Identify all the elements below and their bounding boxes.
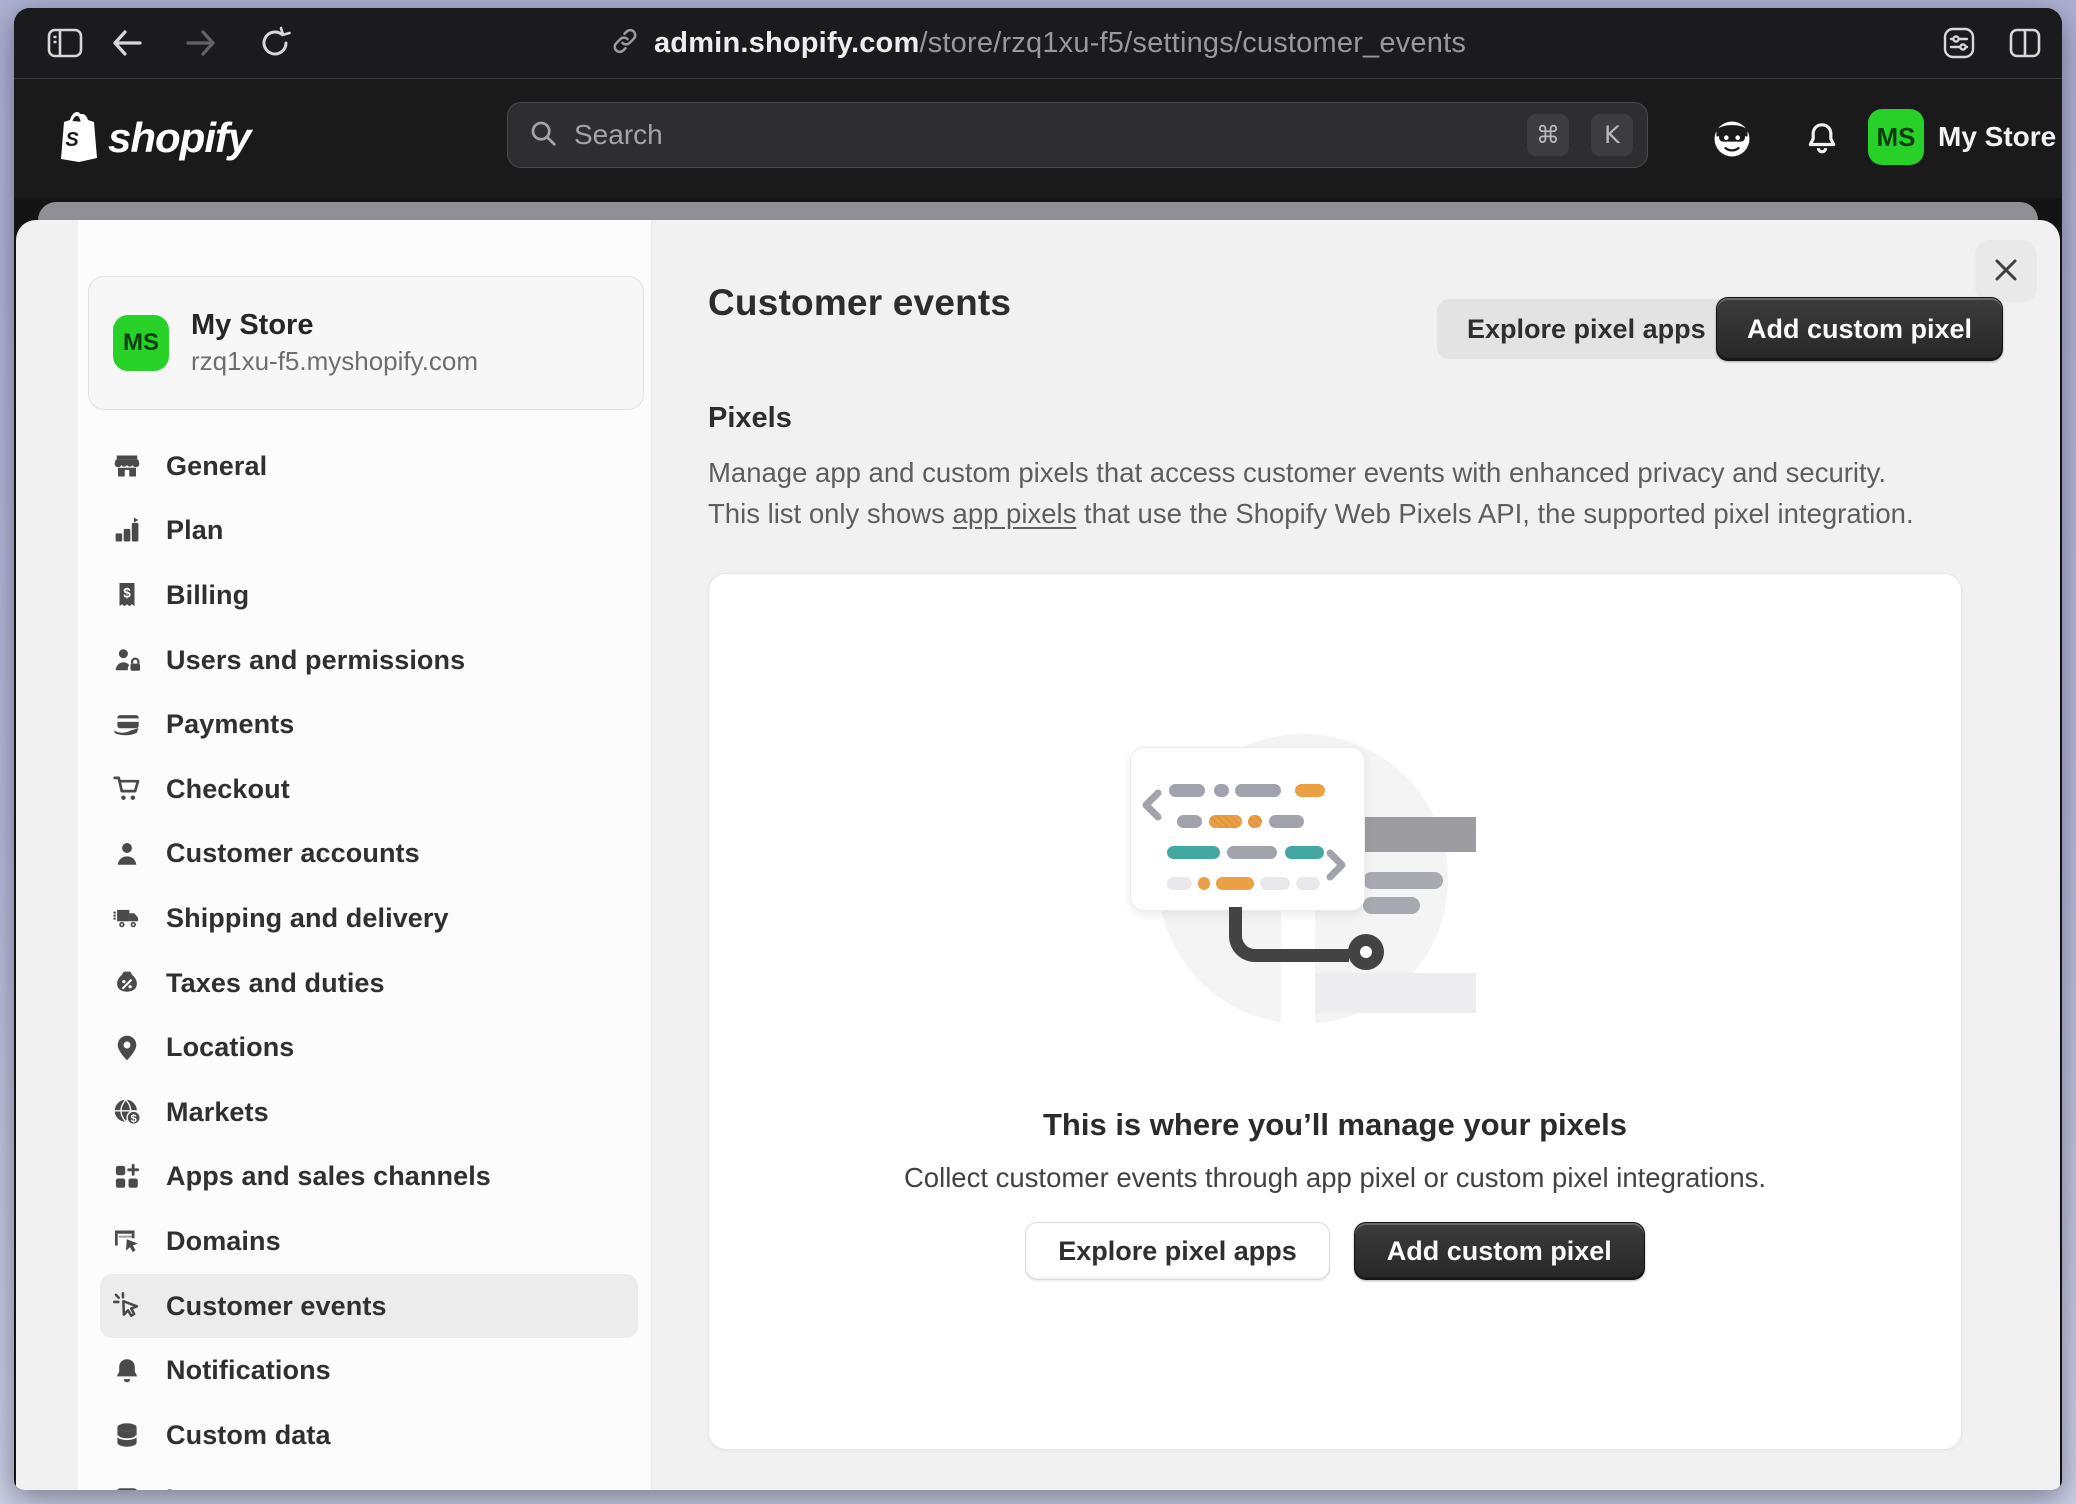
search-input[interactable] — [572, 118, 1505, 152]
description-line-2-before: This list only shows — [708, 498, 953, 529]
link-icon — [610, 26, 640, 61]
illustration-text-line — [1363, 872, 1443, 889]
illustration-text-line — [1363, 897, 1420, 914]
url-text: admin.shopify.com/store/rzq1xu-f5/settin… — [654, 27, 1466, 60]
sidebar-item-taxes-and-duties[interactable]: Taxes and duties — [100, 951, 638, 1016]
sidebar-item-apps-and-sales-channels[interactable]: Apps and sales channels — [100, 1145, 638, 1210]
page-backdrop: MS My Store rzq1xu-f5.myshopify.com Gene… — [14, 198, 2062, 1490]
bell-icon — [112, 1356, 142, 1386]
empty-state-actions: Explore pixel apps Add custom pixel — [709, 1222, 1961, 1280]
split-view-icon[interactable] — [2002, 20, 2048, 66]
cmd-keycap: ⌘ — [1527, 114, 1569, 156]
store-card[interactable]: MS My Store rzq1xu-f5.myshopify.com — [88, 276, 644, 410]
sidebar-item-checkout[interactable]: Checkout — [100, 757, 638, 822]
billing-icon: $ — [112, 580, 142, 610]
sidebar-item-custom-data[interactable]: Custom data — [100, 1403, 638, 1468]
url-path: /store/rzq1xu-f5/settings/customer_event… — [919, 27, 1466, 59]
notifications-bell-icon[interactable] — [1796, 113, 1848, 165]
pixels-section-description: Manage app and custom pixels that access… — [708, 452, 1914, 534]
window-cursor-icon — [112, 1226, 142, 1256]
screen: admin.shopify.com/store/rzq1xu-f5/settin… — [0, 0, 2076, 1504]
illustration-content-block — [1313, 973, 1476, 1013]
apps-grid-icon — [112, 1162, 142, 1192]
translate-icon: A — [112, 1485, 142, 1490]
sidebar-item-users-and-permissions[interactable]: Users and permissions — [100, 628, 638, 693]
pixels-empty-card: This is where you’ll manage your pixels … — [708, 573, 1962, 1450]
sidebar-item-customer-events[interactable]: Customer events — [100, 1274, 638, 1339]
sidebar-item-general[interactable]: General — [100, 434, 638, 499]
chevron-right-icon — [1323, 848, 1349, 882]
money-bag-icon — [112, 968, 142, 998]
app-pixels-link[interactable]: app pixels — [953, 498, 1077, 529]
pixels-section-heading: Pixels — [708, 402, 792, 435]
search-icon — [528, 118, 558, 153]
sidebar-item-domains[interactable]: Domains — [100, 1209, 638, 1274]
sidebar-item-payments[interactable]: Payments — [100, 692, 638, 757]
address-bar[interactable]: admin.shopify.com/store/rzq1xu-f5/settin… — [14, 8, 2062, 78]
svg-text:S: S — [65, 129, 79, 151]
chevron-left-icon — [1139, 788, 1165, 822]
sidebar-item-languages[interactable]: A Languages — [100, 1468, 638, 1491]
close-icon — [1991, 255, 2021, 288]
sidebar-item-notifications[interactable]: Notifications — [100, 1338, 638, 1403]
illustration-node — [1348, 934, 1384, 970]
url-host: admin.shopify.com — [654, 27, 920, 59]
page-title: Customer events — [708, 282, 1011, 324]
database-icon — [112, 1420, 142, 1450]
close-settings-button[interactable] — [1975, 240, 2037, 302]
explore-pixel-apps-button-card[interactable]: Explore pixel apps — [1025, 1222, 1330, 1280]
store-info: My Store rzq1xu-f5.myshopify.com — [191, 307, 478, 378]
empty-state-subtitle: Collect customer events through app pixe… — [709, 1162, 1961, 1194]
settings-sidebar: MS My Store rzq1xu-f5.myshopify.com Gene… — [78, 220, 652, 1490]
browser-window: admin.shopify.com/store/rzq1xu-f5/settin… — [14, 8, 2062, 1490]
description-line-2-after: that use the Shopify Web Pixels API, the… — [1076, 498, 1913, 529]
shopify-topbar: S shopify ⌘ K — [14, 79, 2062, 198]
illustration-code-card — [1130, 747, 1365, 911]
settings-modal: MS My Store rzq1xu-f5.myshopify.com Gene… — [16, 220, 2060, 1490]
description-line-1: Manage app and custom pixels that access… — [708, 452, 1914, 493]
store-icon — [112, 451, 142, 481]
sidebar-item-locations[interactable]: Locations — [100, 1015, 638, 1080]
truck-icon — [112, 903, 142, 933]
shopify-bag-icon: S — [52, 110, 98, 167]
sidebar-item-plan[interactable]: Plan — [100, 499, 638, 564]
browser-extensions-icon[interactable] — [1936, 20, 1982, 66]
search-bar[interactable]: ⌘ K — [507, 102, 1648, 168]
sidebar-item-billing[interactable]: $ Billing — [100, 563, 638, 628]
explore-pixel-apps-button[interactable]: Explore pixel apps — [1437, 299, 1736, 359]
shopify-logo: S shopify — [52, 105, 250, 171]
users-icon — [112, 645, 142, 675]
sidebar-item-shipping-and-delivery[interactable]: Shipping and delivery — [100, 886, 638, 951]
assistant-avatar-icon[interactable] — [1706, 113, 1758, 165]
sidebar-nav: General Plan $ Billing Users and permiss… — [78, 434, 652, 1490]
svg-text:$: $ — [123, 586, 131, 601]
svg-text:$: $ — [130, 1113, 137, 1125]
add-custom-pixel-button-card[interactable]: Add custom pixel — [1354, 1222, 1645, 1280]
shopify-wordmark: shopify — [108, 114, 250, 162]
description-line-2: This list only shows app pixels that use… — [708, 493, 1914, 534]
sidebar-item-customer-accounts[interactable]: Customer accounts — [100, 822, 638, 887]
pixels-illustration — [1101, 724, 1501, 1034]
store-domain: rzq1xu-f5.myshopify.com — [191, 344, 478, 379]
plan-icon — [112, 516, 142, 546]
store-name: My Store — [191, 307, 478, 343]
map-pin-icon — [112, 1033, 142, 1063]
store-avatar: MS — [113, 315, 169, 371]
payments-icon — [112, 710, 142, 740]
account-avatar[interactable]: MS — [1868, 109, 1924, 165]
cart-icon — [112, 774, 142, 804]
sidebar-item-markets[interactable]: $ Markets — [100, 1080, 638, 1145]
browser-toolbar: admin.shopify.com/store/rzq1xu-f5/settin… — [14, 8, 2062, 79]
globe-dollar-icon: $ — [112, 1097, 142, 1127]
illustration-connector-line — [1229, 907, 1349, 962]
account-name[interactable]: My Store — [1938, 109, 2056, 165]
person-icon — [112, 839, 142, 869]
cursor-spark-icon — [112, 1291, 142, 1321]
add-custom-pixel-button[interactable]: Add custom pixel — [1716, 297, 2003, 361]
k-keycap: K — [1591, 114, 1633, 156]
empty-state-title: This is where you’ll manage your pixels — [709, 1107, 1961, 1143]
